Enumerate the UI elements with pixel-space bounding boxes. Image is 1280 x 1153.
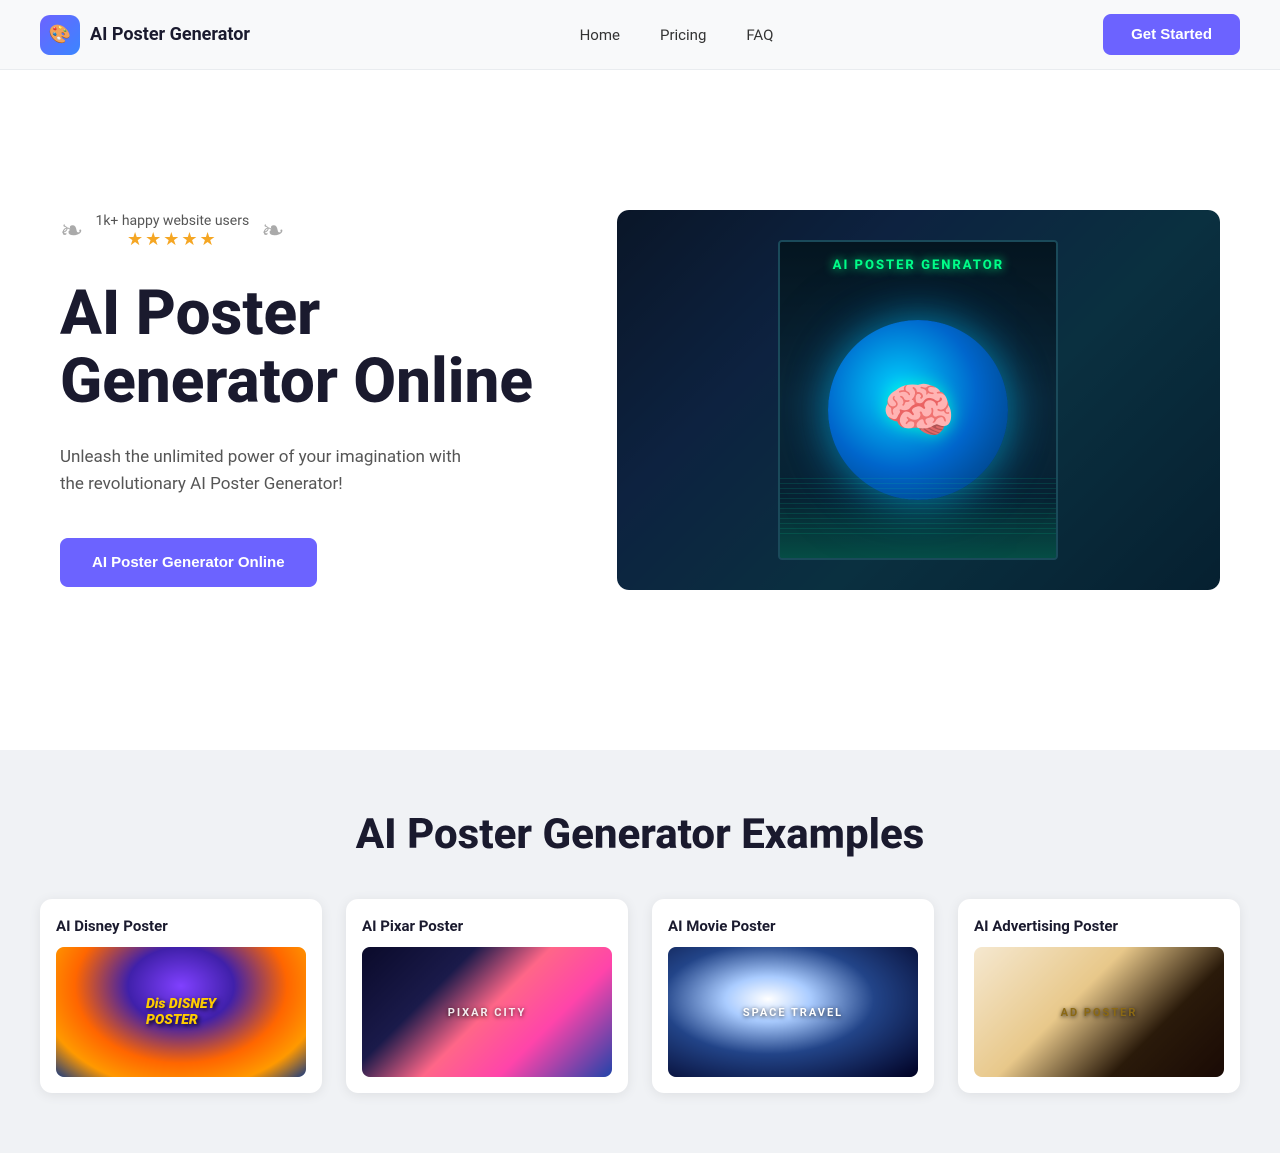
disney-text: Dis DISNEYPOSTER [146,996,216,1028]
disney-card-title: AI Disney Poster [40,899,322,947]
brand: 🎨 AI Poster Generator [40,15,250,55]
hero-cta-button[interactable]: AI Poster Generator Online [60,538,317,587]
disney-illustration: Dis DISNEYPOSTER [56,947,306,1077]
nav-links: Home Pricing FAQ [580,26,774,44]
advertising-illustration: AD POSTER [974,947,1224,1077]
hero-image: AI POSTER GENRATOR 🧠 [617,210,1220,590]
movie-card-title: AI Movie Poster [652,899,934,947]
hero-title: AI Poster Generator Online [60,280,582,416]
nav-home[interactable]: Home [580,26,620,44]
pixar-card-title: AI Pixar Poster [346,899,628,947]
brand-title: AI Poster Generator [90,24,250,45]
examples-section: AI Poster Generator Examples AI Disney P… [0,750,1280,1153]
laurel-right: ❧ [261,217,284,245]
hero-subtitle: Unleash the unlimited power of your imag… [60,444,480,498]
movie-text: SPACE TRAVEL [743,1006,843,1019]
examples-title: AI Poster Generator Examples [40,810,1240,859]
examples-grid: AI Disney Poster Dis DISNEYPOSTER AI Pix… [40,899,1240,1093]
movie-illustration: SPACE TRAVEL [668,947,918,1077]
get-started-button[interactable]: Get Started [1103,14,1240,55]
movie-card-image: SPACE TRAVEL [668,947,918,1077]
pixar-illustration: Pixar City [362,947,612,1077]
disney-card-image: Dis DISNEYPOSTER [56,947,306,1077]
pixar-card-image: Pixar City [362,947,612,1077]
hero-badge: ❧ 1k+ happy website users ★★★★★ ❧ [60,213,582,250]
hero-section: ❧ 1k+ happy website users ★★★★★ ❧ AI Pos… [0,70,1280,750]
star-rating: ★★★★★ [127,229,218,250]
poster-title: AI POSTER GENRATOR [823,258,1014,273]
advertising-card-title: AI Advertising Poster [958,899,1240,947]
advertising-text: AD POSTER [1061,1006,1138,1019]
hero-right: AI POSTER GENRATOR 🧠 [617,210,1220,590]
brain-icon: 🧠 [881,375,956,446]
nav-pricing[interactable]: Pricing [660,26,706,44]
example-card-disney: AI Disney Poster Dis DISNEYPOSTER [40,899,322,1093]
badge-content: 1k+ happy website users ★★★★★ [95,213,249,250]
hero-left: ❧ 1k+ happy website users ★★★★★ ❧ AI Pos… [60,213,582,588]
logo-icon: 🎨 [49,24,71,45]
laurel-left: ❧ [60,217,83,245]
example-card-movie: AI Movie Poster SPACE TRAVEL [652,899,934,1093]
example-card-advertising: AI Advertising Poster AD POSTER [958,899,1240,1093]
glow-effect [780,498,1056,558]
advertising-card-image: AD POSTER [974,947,1224,1077]
poster-mock: AI POSTER GENRATOR 🧠 [778,240,1058,560]
nav-faq[interactable]: FAQ [746,26,773,44]
badge-label: 1k+ happy website users [95,213,249,229]
brand-logo: 🎨 [40,15,80,55]
navbar: 🎨 AI Poster Generator Home Pricing FAQ G… [0,0,1280,70]
pixar-text: Pixar City [448,1006,527,1019]
example-card-pixar: AI Pixar Poster Pixar City [346,899,628,1093]
brain-illustration: 🧠 [828,320,1008,500]
